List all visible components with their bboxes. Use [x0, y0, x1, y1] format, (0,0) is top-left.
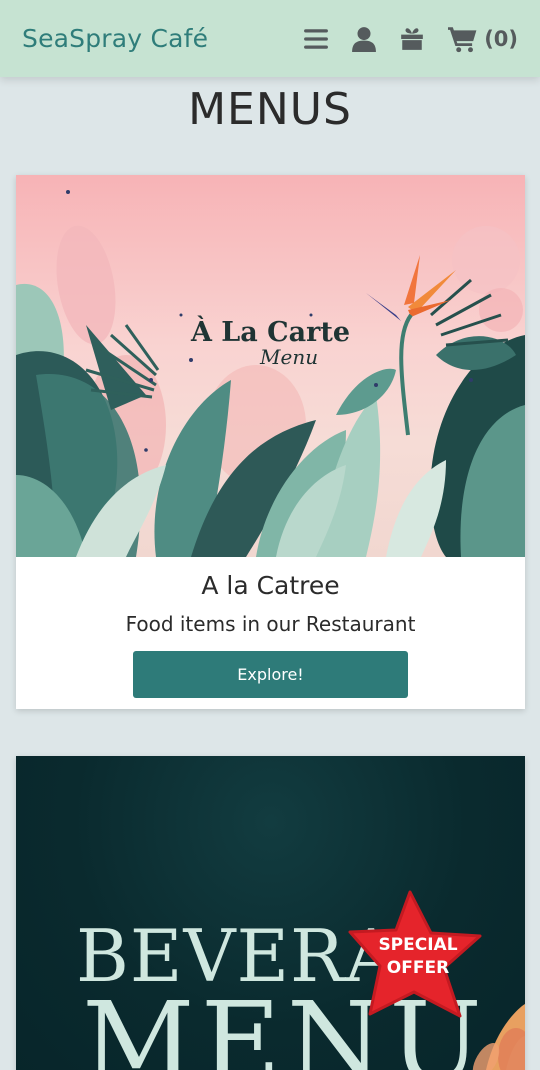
menu-card-alacarte: À La Carte Menu A la Catree Food items i…: [16, 175, 525, 709]
gift-icon[interactable]: [398, 25, 426, 53]
alacarte-image-subtitle: Menu: [260, 345, 319, 369]
navbar: SeaSpray Café (0): [0, 0, 540, 77]
nav-icons: (0): [282, 25, 518, 53]
card-text: Food items in our Restaurant: [125, 612, 416, 636]
alacarte-menu-image: À La Carte Menu: [16, 175, 525, 557]
brand-logo-link[interactable]: SeaSpray Café: [22, 24, 282, 53]
beverage-menu-image: BEVERA MENU SPECIAL OFFER: [16, 756, 525, 1070]
menu-icon[interactable]: [302, 25, 330, 53]
special-offer-badge: SPECIAL OFFER: [348, 886, 488, 1026]
menu-card-beverage: BEVERA MENU SPECIAL OFFER: [16, 756, 525, 1070]
card-title: A la Catree: [201, 571, 340, 600]
alacarte-image-title: À La Carte: [190, 317, 351, 348]
cart-button[interactable]: (0): [448, 25, 518, 53]
card-body: A la Catree Food items in our Restaurant…: [16, 557, 525, 698]
badge-line-1: SPECIAL: [378, 935, 458, 955]
badge-line-2: OFFER: [386, 958, 450, 978]
page-title: MENUS: [188, 84, 352, 135]
star-icon: [348, 890, 482, 1018]
cart-count: (0): [484, 26, 518, 51]
explore-button[interactable]: Explore!: [133, 651, 408, 698]
cart-icon: [448, 26, 477, 52]
user-icon[interactable]: [350, 25, 378, 53]
